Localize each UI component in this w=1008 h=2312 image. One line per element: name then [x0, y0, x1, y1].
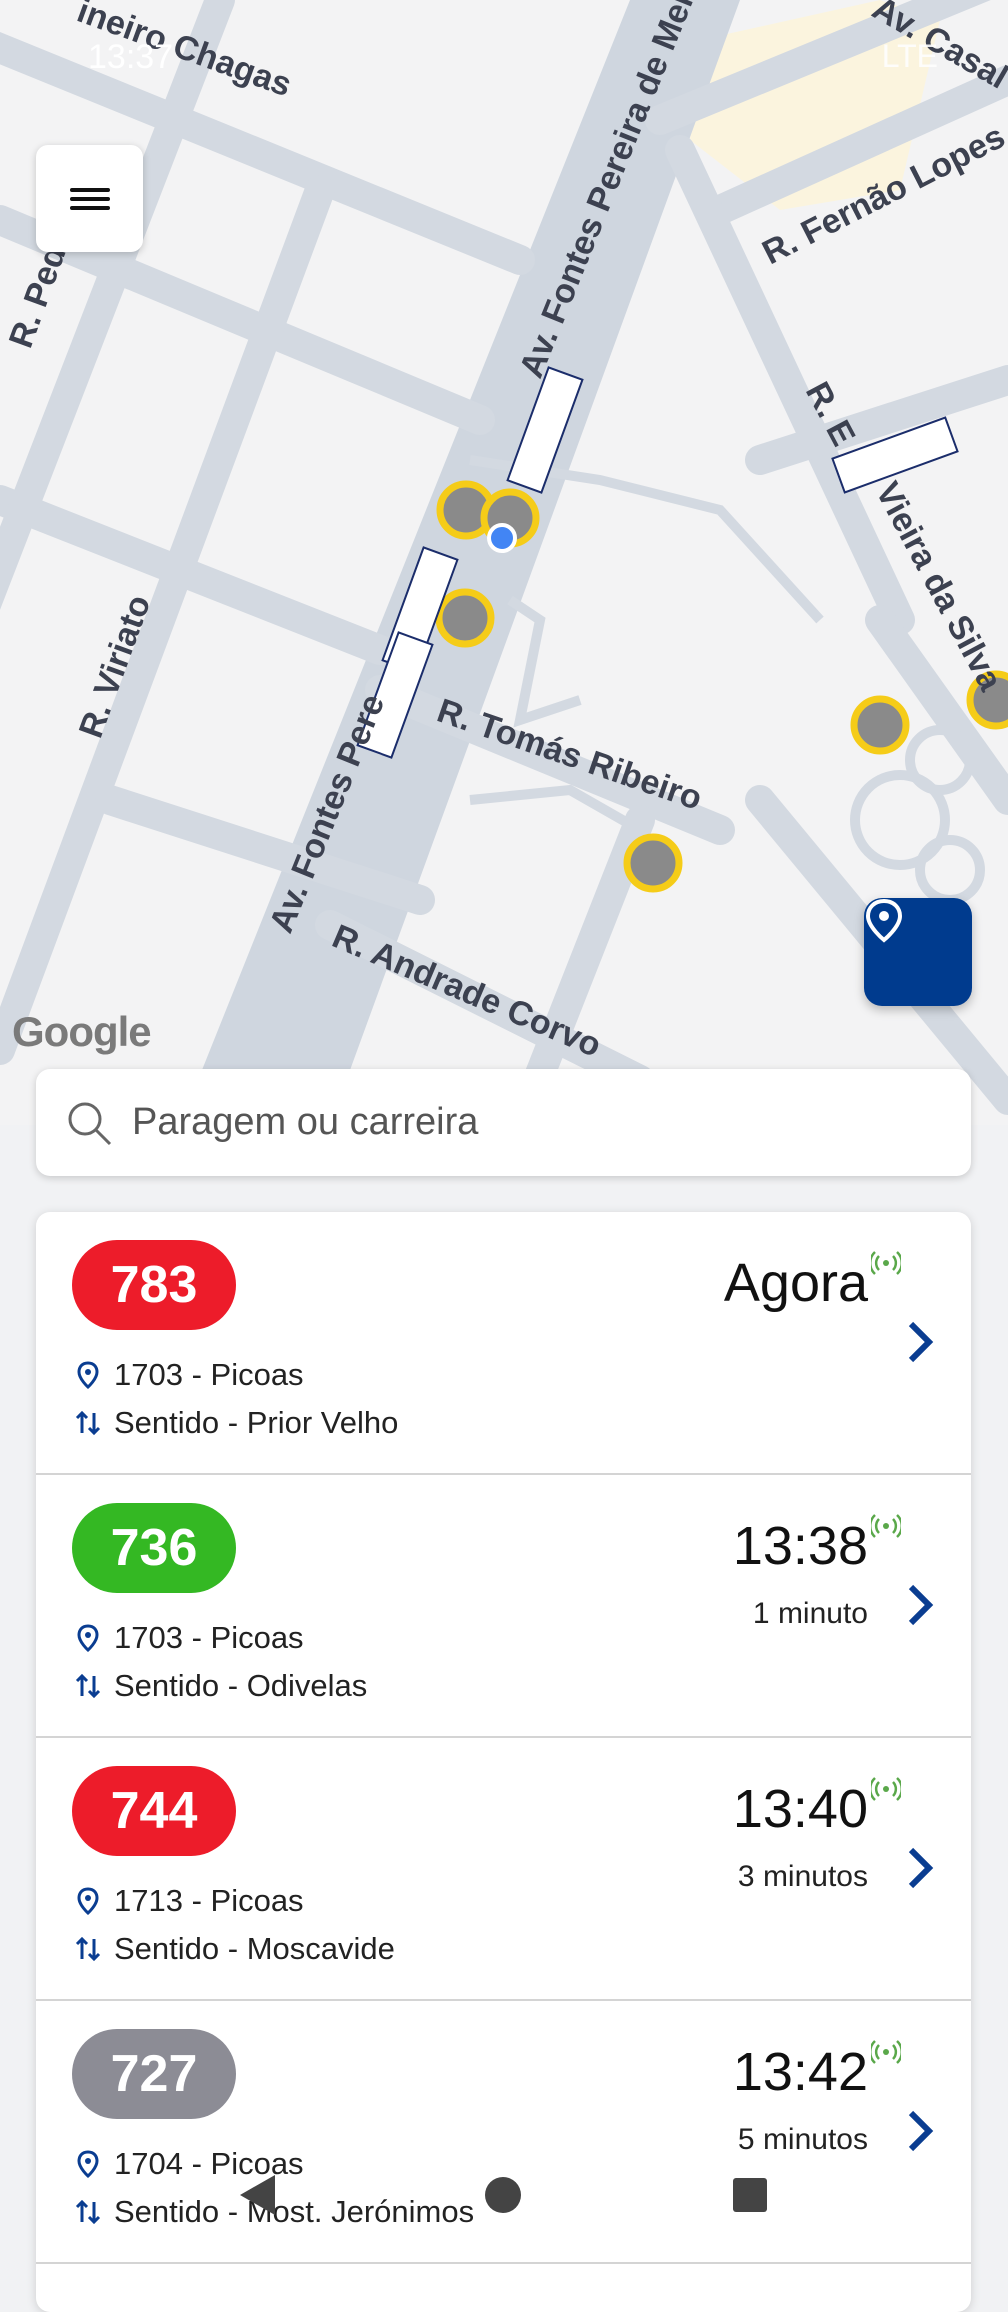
realtime-icon	[871, 2040, 901, 2064]
status-bar: 13:37 LTE	[0, 0, 1008, 110]
recents-nav-icon[interactable]	[733, 2178, 767, 2212]
home-nav-icon[interactable]	[485, 2177, 521, 2213]
status-icons: LTE	[881, 38, 938, 74]
line-badge: 727	[72, 2029, 236, 2119]
status-time: 13:37	[88, 38, 174, 76]
map-view[interactable]: Av. Fontes Pereira de Melo R. Fernão Lop…	[0, 0, 1008, 1125]
chevron-right-icon	[908, 1847, 934, 1889]
arrival-time: 13:40	[732, 1779, 868, 1839]
direction-label: Sentido - Odivelas	[114, 1668, 368, 1703]
chevron-right-icon	[908, 1321, 934, 1363]
stop-label: 1703 - Picoas	[114, 1357, 304, 1392]
back-nav-icon[interactable]	[240, 2175, 275, 2215]
arrival-row[interactable]: 736 13:38 1 minuto 1703 - Picoas Sentido…	[36, 1475, 971, 1738]
direction-info: Sentido - Moscavide	[72, 1931, 395, 1967]
realtime-icon	[871, 1514, 901, 1538]
search-bar[interactable]	[36, 1069, 971, 1176]
arrival-minutes: 1 minuto	[752, 1597, 868, 1630]
stop-label: 1713 - Picoas	[114, 1883, 304, 1918]
swap-vertical-icon	[75, 1410, 101, 1436]
stop-label: 1703 - Picoas	[114, 1620, 304, 1655]
direction-label: Sentido - Moscavide	[114, 1931, 395, 1966]
direction-info: Sentido - Odivelas	[72, 1668, 367, 1704]
hamburger-icon	[69, 183, 110, 215]
arrival-row[interactable]: 744 13:40 3 minutos 1713 - Picoas Sentid…	[36, 1738, 971, 2001]
arrival-time: 13:38	[732, 1516, 868, 1576]
stop-info: 1713 - Picoas	[72, 1883, 304, 1919]
location-pin-icon	[77, 1887, 99, 1916]
line-badge: 736	[72, 1503, 236, 1593]
realtime-icon	[871, 1777, 901, 1801]
stop-info: 1703 - Picoas	[72, 1620, 304, 1656]
google-logo: Google	[12, 1008, 152, 1055]
location-pin-icon	[77, 1624, 99, 1653]
direction-label: Sentido - Prior Velho	[114, 1405, 399, 1440]
arrival-time: 13:42	[732, 2042, 868, 2102]
map-canvas[interactable]: Av. Fontes Pereira de Melo R. Fernão Lop…	[0, 0, 1008, 1125]
line-badge: 783	[72, 1240, 236, 1330]
stop-info: 1703 - Picoas	[72, 1357, 304, 1393]
system-nav-buttons	[240, 2175, 767, 2215]
swap-vertical-icon	[75, 1936, 101, 1962]
direction-info: Sentido - Prior Velho	[72, 1405, 398, 1441]
system-nav-bar	[0, 2140, 1008, 2244]
location-pin-icon	[77, 1361, 99, 1390]
location-pin-icon	[865, 898, 903, 943]
menu-button[interactable]	[36, 145, 143, 252]
search-icon	[68, 1102, 112, 1145]
arrival-time: Agora	[723, 1253, 868, 1313]
swap-vertical-icon	[75, 1673, 101, 1699]
arrival-row[interactable]: 783 Agora 1703 - Picoas Sentido - Prior …	[36, 1212, 971, 1475]
chevron-right-icon	[908, 1584, 934, 1626]
realtime-icon	[871, 1251, 901, 1275]
line-badge: 744	[72, 1766, 236, 1856]
arrival-minutes: 3 minutos	[737, 1860, 868, 1893]
search-input[interactable]	[130, 1100, 934, 1145]
locate-button[interactable]	[864, 898, 972, 1006]
